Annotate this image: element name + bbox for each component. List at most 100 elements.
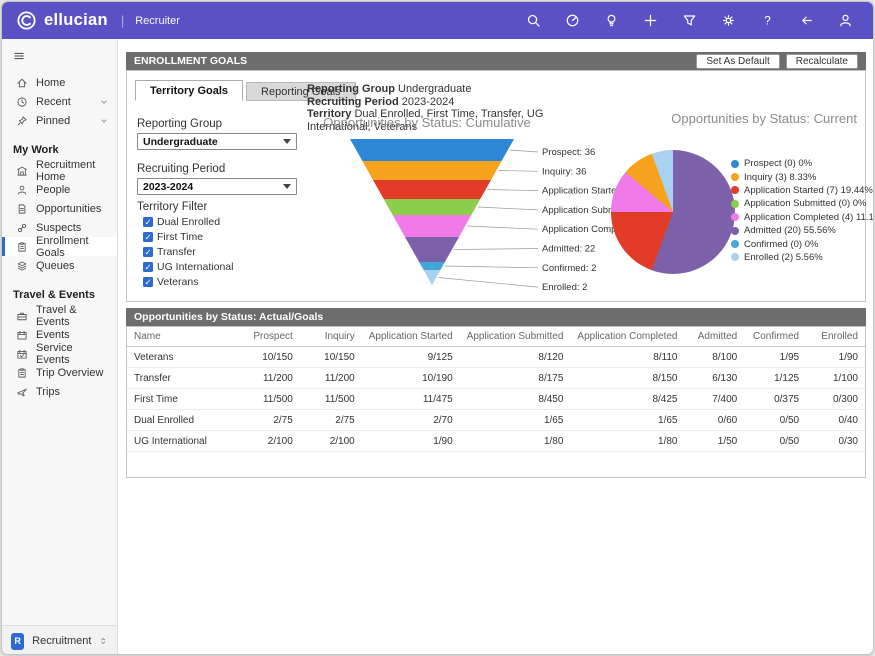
- sidebar-item-opportunities[interactable]: Opportunities: [2, 199, 117, 218]
- filter-panel: Reporting Group Undergraduate Recruiting…: [137, 109, 305, 288]
- main-content: ENROLLMENT GOALS Set As Default Recalcul…: [118, 39, 873, 655]
- settings-icon[interactable]: [721, 13, 736, 28]
- territory-checkbox-first-time[interactable]: ✓First Time: [143, 231, 305, 243]
- funnel-segment-admitted[interactable]: [405, 237, 459, 262]
- table-cell-value: 0/50: [744, 410, 806, 431]
- table-row[interactable]: UG International2/1002/1001/901/801/801/…: [127, 431, 865, 452]
- checkbox-checked-icon[interactable]: ✓: [143, 277, 153, 287]
- table-row[interactable]: Transfer11/20011/20010/1908/1758/1506/13…: [127, 368, 865, 389]
- funnel-segment-prospect[interactable]: [350, 139, 514, 161]
- dashboard-icon[interactable]: [565, 13, 580, 28]
- sidebar-item-label: Recent: [36, 96, 71, 108]
- sidebar-item-home[interactable]: Home: [2, 73, 117, 92]
- funnel-label: Admitted: 22: [542, 244, 595, 255]
- goals-table-panel: NameProspectInquiryApplication StartedAp…: [126, 326, 866, 478]
- legend-item-enrolled: Enrolled (2) 5.56%: [731, 251, 874, 264]
- territory-checkbox-dual-enrolled[interactable]: ✓Dual Enrolled: [143, 216, 305, 228]
- user-icon[interactable]: [838, 13, 853, 28]
- app-switcher-updown-icon[interactable]: [99, 635, 108, 647]
- pin-icon: [16, 115, 28, 127]
- territory-checkbox-veterans[interactable]: ✓Veterans: [143, 276, 305, 288]
- table-column-header: Application Completed: [570, 327, 684, 347]
- sidebar-item-pinned[interactable]: Pinned: [2, 111, 117, 130]
- table-cell-name: UG International: [127, 431, 235, 452]
- sidebar-item-label: Events: [36, 329, 70, 341]
- logo-wordmark: ellucian: [44, 11, 108, 30]
- checkbox-checked-icon[interactable]: ✓: [143, 247, 153, 257]
- table-row[interactable]: First Time11/50011/50011/4758/4508/4257/…: [127, 389, 865, 410]
- table-cell-value: 10/150: [300, 347, 362, 368]
- pie-chart[interactable]: [611, 150, 735, 274]
- territory-checkbox-list: ✓Dual Enrolled ✓First Time ✓Transfer ✓UG In…: [137, 216, 305, 288]
- table-cell-value: 1/95: [744, 347, 806, 368]
- sidebar-item-people[interactable]: People: [2, 180, 117, 199]
- funnel-segment-confirmed[interactable]: [419, 262, 445, 270]
- funnel-segment-enrolled[interactable]: [424, 270, 441, 285]
- tab-territory-goals[interactable]: Territory Goals: [135, 80, 243, 101]
- sidebar-item-queues[interactable]: Queues: [2, 256, 117, 275]
- sidebar-item-travel-events[interactable]: Travel & Events: [2, 306, 117, 325]
- table-cell-value: 0/300: [806, 389, 865, 410]
- table-cell-value: 8/100: [684, 347, 744, 368]
- sidebar-item-recent[interactable]: Recent: [2, 92, 117, 111]
- sidebar-item-trip-overview[interactable]: Trip Overview: [2, 363, 117, 382]
- territory-checkbox-transfer[interactable]: ✓Transfer: [143, 246, 305, 258]
- product-name: Recruiter: [135, 15, 180, 27]
- pie-chart-title: Opportunities by Status: Current: [671, 111, 857, 126]
- table-cell-value: 1/65: [570, 410, 684, 431]
- sidebar-menu-button[interactable]: [2, 45, 117, 73]
- territory-checkbox-ug-international[interactable]: ✓UG International: [143, 261, 305, 273]
- legend-item-application-submitted: Application Submitted (0) 0%: [731, 197, 874, 210]
- funnel-segment-application-submitted[interactable]: [384, 199, 481, 215]
- legend-color-dot: [731, 253, 739, 261]
- table-row[interactable]: Dual Enrolled2/752/752/701/651/650/600/5…: [127, 410, 865, 431]
- sidebar-footer[interactable]: R Recruitment: [2, 625, 117, 655]
- reporting-group-select[interactable]: Undergraduate: [137, 133, 297, 150]
- sidebar-item-enrollment-goals[interactable]: Enrollment Goals: [2, 237, 117, 256]
- funnel-segment-application-started[interactable]: [373, 180, 491, 199]
- funnel-segment-application-completed[interactable]: [393, 215, 472, 237]
- recruiting-period-select[interactable]: 2023-2024: [137, 178, 297, 195]
- person-icon: [16, 184, 28, 196]
- table-row[interactable]: Veterans10/15010/1509/1258/1208/1108/100…: [127, 347, 865, 368]
- legend-color-dot: [731, 227, 739, 235]
- search-icon[interactable]: [526, 13, 541, 28]
- recruiting-period-value: 2023-2024: [143, 181, 193, 193]
- table-cell-value: 11/500: [235, 389, 300, 410]
- funnel-segment-inquiry[interactable]: [362, 161, 501, 180]
- help-icon[interactable]: ?: [760, 13, 775, 28]
- legend-label: Application Completed (4) 11.11%: [744, 212, 874, 223]
- checkbox-checked-icon[interactable]: ✓: [143, 232, 153, 242]
- calendar-icon: [16, 329, 28, 341]
- menu-icon: [13, 50, 25, 62]
- set-as-default-button[interactable]: Set As Default: [696, 54, 779, 69]
- legend-label: Enrolled (2) 5.56%: [744, 252, 823, 263]
- table-cell-value: 11/500: [300, 389, 362, 410]
- table-cell-name: Dual Enrolled: [127, 410, 235, 431]
- sidebar-item-label: Queues: [36, 260, 75, 272]
- table-column-header: Prospect: [235, 327, 300, 347]
- idea-icon[interactable]: [604, 13, 619, 28]
- legend-item-admitted: Admitted (20) 55.56%: [731, 224, 874, 237]
- sidebar-item-recruitment-home[interactable]: Recruitment Home: [2, 161, 117, 180]
- table-title: Opportunities by Status: Actual/Goals: [134, 311, 323, 323]
- filter-icon[interactable]: [682, 13, 697, 28]
- table-cell-value: 2/100: [235, 431, 300, 452]
- summary-line: Recruiting Period 2023-2024: [307, 96, 607, 109]
- recruiting-period-label: Recruiting Period: [137, 163, 305, 175]
- brand-separator: |: [121, 13, 124, 28]
- checkbox-checked-icon[interactable]: ✓: [143, 217, 153, 227]
- add-icon[interactable]: [643, 13, 658, 28]
- table-cell-value: 1/125: [744, 368, 806, 389]
- sidebar-item-service-events[interactable]: Service Events: [2, 344, 117, 363]
- back-icon[interactable]: [799, 13, 814, 28]
- clock-icon: [16, 96, 28, 108]
- legend-label: Application Started (7) 19.44%: [744, 185, 873, 196]
- recalculate-button[interactable]: Recalculate: [786, 54, 858, 69]
- document-icon: [16, 203, 28, 215]
- checkbox-checked-icon[interactable]: ✓: [143, 262, 153, 272]
- table-cell-value: 1/80: [460, 431, 571, 452]
- sidebar-item-trips[interactable]: Trips: [2, 382, 117, 401]
- reporting-group-label: Reporting Group: [137, 118, 305, 130]
- table-cell-value: 0/375: [744, 389, 806, 410]
